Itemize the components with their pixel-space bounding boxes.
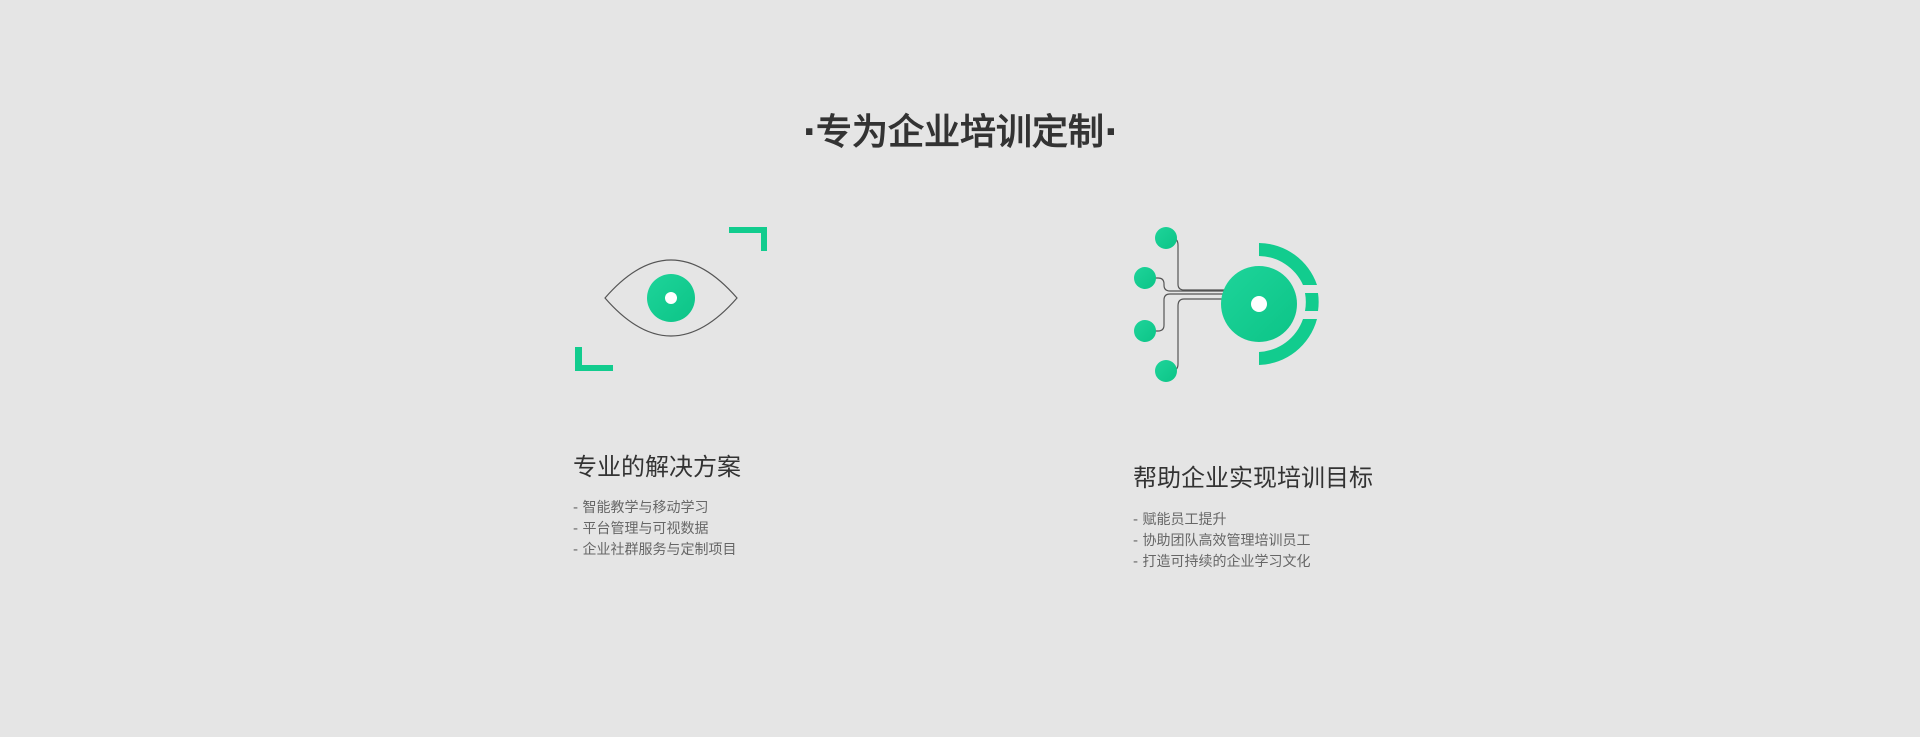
network-target-icon xyxy=(1134,227,1319,382)
feature-list: - 智能教学与移动学习 - 平台管理与可视数据 - 企业社群服务与定制项目 xyxy=(573,498,737,561)
feature-list: - 赋能员工提升 - 协助团队高效管理培训员工 - 打造可持续的企业学习文化 xyxy=(1133,510,1311,573)
feature-item: - 智能教学与移动学习 xyxy=(573,500,709,516)
feature-heading: 帮助企业实现培训目标 xyxy=(1133,464,1373,492)
feature-card-solution: 专业的解决方案 - 智能教学与移动学习 - 平台管理与可视数据 - 企业社群服务… xyxy=(573,224,993,564)
feature-card-goals: 帮助企业实现培训目标 - 赋能员工提升 - 协助团队高效管理培训员工 - 打造可… xyxy=(1133,224,1553,584)
section-title: ·专为企业培训定制· xyxy=(802,112,1118,154)
feature-item: - 协助团队高效管理培训员工 xyxy=(1133,533,1311,549)
feature-item: - 打造可持续的企业学习文化 xyxy=(1133,554,1311,570)
feature-item: - 平台管理与可视数据 xyxy=(573,521,709,537)
feature-heading: 专业的解决方案 xyxy=(573,453,741,481)
eye-icon xyxy=(575,227,767,371)
feature-item: - 赋能员工提升 xyxy=(1133,512,1227,528)
feature-item: - 企业社群服务与定制项目 xyxy=(573,542,737,558)
